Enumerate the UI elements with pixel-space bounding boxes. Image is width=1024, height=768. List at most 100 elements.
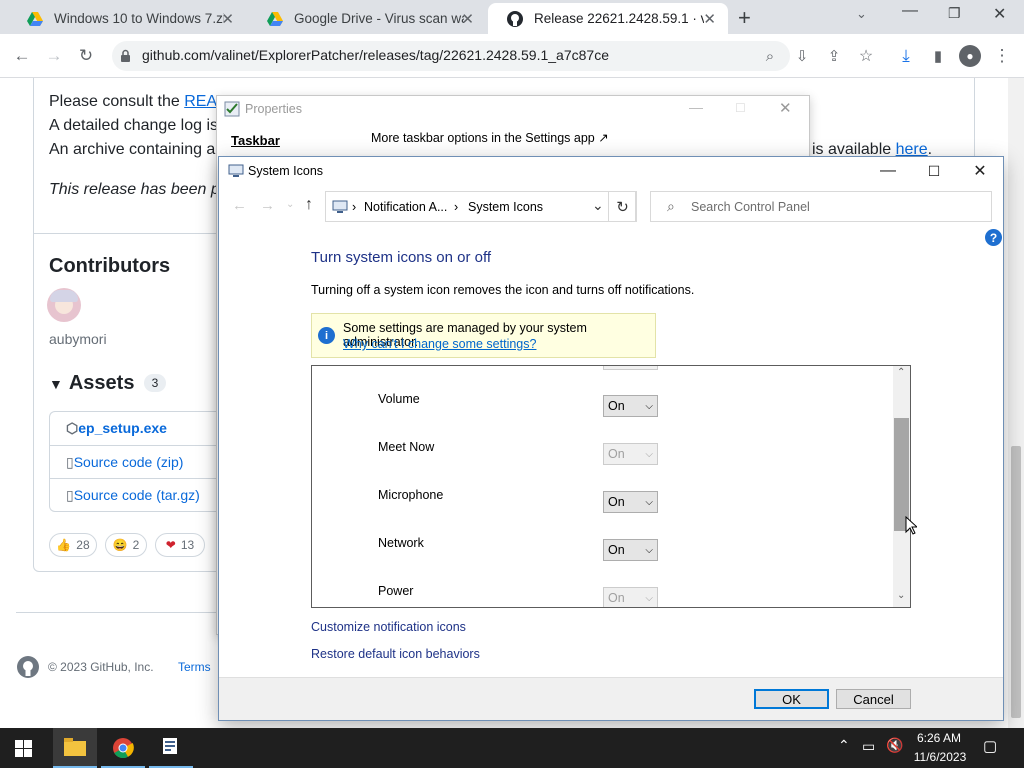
properties-title: Properties [245,102,302,116]
search-control-panel-input[interactable]: ⌕ Search Control Panel [650,191,992,222]
chevron-down-icon: ⌵ [645,496,653,508]
github-logo-icon[interactable] [16,655,40,679]
profile-avatar-icon[interactable]: ● [959,45,981,67]
chrome-menu-icon[interactable]: ⋮ [990,44,1014,68]
search-placeholder: Search Control Panel [691,200,810,214]
tab-google-drive-zip[interactable]: Windows 10 to Windows 7.zip - Google Dri… [8,3,246,34]
taskbar-date[interactable]: 11/6/2023 [912,750,968,764]
taskbar-chrome[interactable] [101,728,145,768]
network-select[interactable]: On ⌵ [603,539,658,561]
install-app-icon[interactable]: ⇩ [790,44,814,68]
close-icon[interactable]: ✕ [703,10,716,28]
volume-muted-icon[interactable]: 🔇 [886,737,903,754]
help-icon[interactable]: ? [985,229,1002,246]
side-panel-icon[interactable]: ▮ [926,44,950,68]
cancel-button[interactable]: Cancel [836,689,911,709]
up-arrow-icon[interactable]: ↑ [305,196,313,214]
maximize-icon[interactable]: ☐ [735,101,746,115]
url-text[interactable]: github.com/valinet/ExplorerPatcher/relea… [142,47,609,63]
scroll-down-icon[interactable]: ⌄ [897,590,905,601]
reaction-laugh[interactable]: 😄 2 [105,533,147,557]
address-dropdown-icon[interactable]: ⌄ [592,197,604,214]
forward-arrow-icon[interactable]: → [42,44,66,68]
minimize-icon[interactable]: — [865,157,911,185]
search-icon: ⌕ [667,198,675,214]
tab-title: Windows 10 to Windows 7.zip - Google Dri… [54,11,224,26]
new-tab-icon[interactable]: + [738,5,751,31]
mouse-cursor-icon [905,516,917,535]
close-icon[interactable]: ✕ [221,10,234,28]
forward-icon[interactable]: → [260,197,275,214]
customize-notification-icons-link[interactable]: Customize notification icons [311,620,466,634]
taskbar-file-explorer[interactable] [53,728,97,768]
back-arrow-icon[interactable]: ← [10,44,34,68]
close-window-icon[interactable]: ✕ [993,4,1006,24]
google-drive-icon [267,11,283,26]
network-tray-icon[interactable]: ▭ [862,738,875,755]
lock-icon[interactable] [120,49,131,63]
breadcrumb-notification-area[interactable]: Notification A... [364,200,447,214]
share-icon[interactable]: ⇪ [822,44,846,68]
folder-icon [64,738,86,756]
reaction-thumbs-up[interactable]: 👍 28 [49,533,97,557]
taskbar-time[interactable]: 6:26 AM [916,731,962,745]
minimize-icon[interactable]: — [689,99,703,115]
taskbar-control-panel[interactable] [149,728,193,768]
row-label-volume: Volume [378,392,420,406]
chevron-down-icon: ⌵ [645,592,653,604]
restore-icon[interactable]: ❐ [948,5,961,22]
ok-button[interactable]: OK [754,689,829,709]
microphone-select[interactable]: On ⌵ [603,491,658,513]
divider [50,478,218,479]
tab-search-chevron-icon[interactable]: ⌄ [856,6,867,22]
breadcrumb-system-icons[interactable]: System Icons [468,200,543,214]
tab-google-drive-virus[interactable]: Google Drive - Virus scan warning ✕ [248,3,486,34]
asset-item[interactable]: ⬡ep_setup.exe [66,420,167,437]
asset-item[interactable]: ▯Source code (zip) [66,454,183,471]
file-zip-icon: ▯ [66,487,74,503]
restore-default-behaviors-link[interactable]: Restore default icon behaviors [311,647,480,661]
notification-center-icon[interactable]: ▢ [983,737,997,755]
page-scrollbar[interactable] [1008,78,1024,728]
thumbs-up-icon: 👍 [56,538,72,552]
close-icon[interactable]: ✕ [461,10,474,28]
maximize-icon[interactable]: ☐ [911,157,957,185]
bookmark-star-icon[interactable]: ☆ [854,44,878,68]
scrollbar-thumb[interactable] [894,418,909,531]
row-label-microphone: Microphone [378,488,444,502]
footer-terms-link[interactable]: Terms [178,660,211,674]
reload-icon[interactable]: ↻ [74,44,98,68]
properties-check-icon [224,101,240,117]
volume-select[interactable]: On ⌵ [603,395,658,417]
back-icon[interactable]: ← [232,197,247,214]
why-cant-i-change-link[interactable]: Why can't I change some settings? [343,337,536,351]
assets-heading[interactable]: ▼ Assets [49,372,134,395]
recent-chevron-icon[interactable]: ⌄ [286,199,294,210]
info-icon: i [318,327,335,344]
breadcrumb-chevron-icon: › [454,200,459,214]
search-icon[interactable]: ⌕ [758,44,782,68]
asset-item[interactable]: ▯Source code (tar.gz) [66,487,200,504]
tab-github-release[interactable]: Release 22621.2428.59.1 · valinet/Explor… [488,3,728,34]
download-icon[interactable]: ⤓ [894,44,918,68]
reaction-heart[interactable]: ❤ 13 [155,533,205,557]
github-icon [507,10,523,27]
close-icon[interactable]: ✕ [957,157,1003,185]
scroll-up-icon[interactable]: ⌃ [897,367,905,378]
avatar[interactable] [47,288,81,322]
more-taskbar-options-link[interactable]: More taskbar options in the Settings app… [371,130,609,145]
close-icon[interactable]: ✕ [779,99,792,117]
file-zip-icon: ▯ [66,454,74,470]
refresh-icon[interactable]: ↻ [608,191,637,222]
power-select: On ⌵ [603,587,658,607]
windows-start-icon[interactable] [15,740,32,757]
tab-title: Google Drive - Virus scan warning [294,11,464,26]
contributor-name[interactable]: aubymori [49,331,107,347]
address-breadcrumb[interactable]: › Notification A... › System Icons ⌄ [325,191,636,222]
minimize-icon[interactable]: — [902,2,918,20]
tray-chevron-up-icon[interactable]: ⌃ [838,737,850,754]
tab-taskbar[interactable]: Taskbar [231,133,280,148]
scrollbar-thumb[interactable] [1011,446,1021,718]
list-scrollbar[interactable]: ⌃ ⌄ [893,366,910,607]
footer-divider [16,612,216,613]
